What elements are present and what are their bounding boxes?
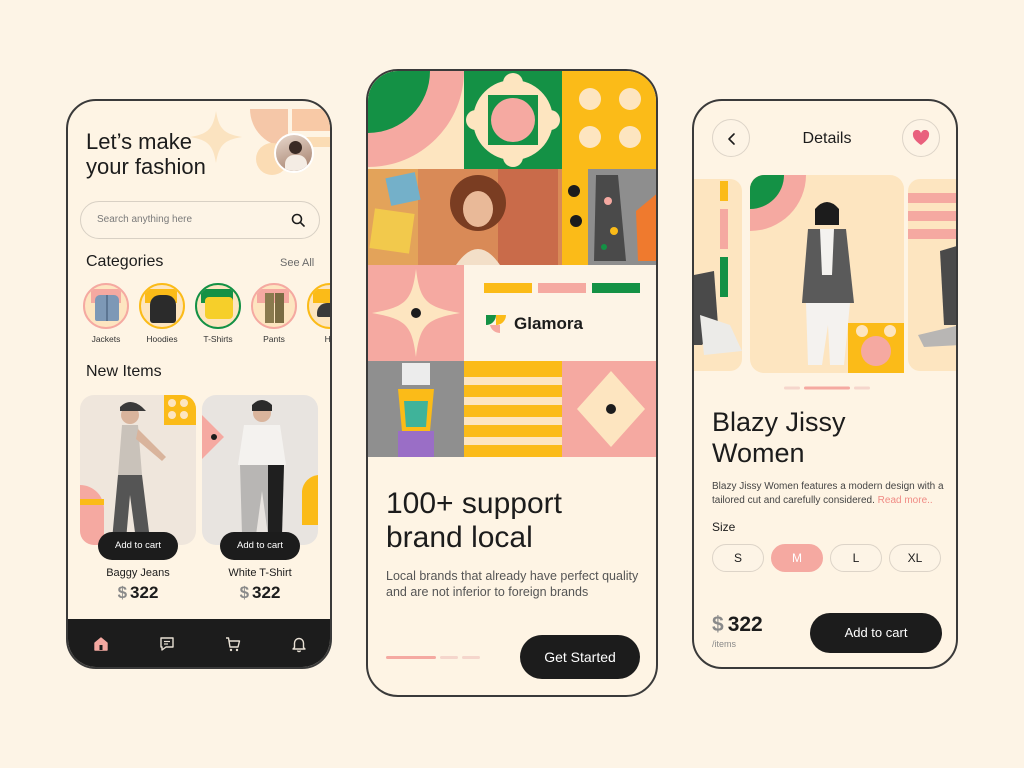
product-price: $322 — [80, 583, 196, 603]
size-option-s[interactable]: S — [712, 544, 764, 572]
category-pants[interactable]: Pants — [246, 283, 302, 344]
search-placeholder: Search anything here — [97, 214, 193, 225]
brand-bar-pink — [538, 283, 586, 293]
size-option-xl[interactable]: XL — [889, 544, 941, 572]
headline-line-1: 100+ support — [386, 487, 562, 520]
category-label: Pants — [263, 334, 285, 344]
product-price: $322 — [712, 613, 763, 637]
price-value: 322 — [252, 583, 281, 602]
heading-line-2: your fashion — [86, 154, 206, 179]
jacket-icon — [83, 283, 129, 329]
glamora-logo-icon — [486, 315, 506, 334]
avatar[interactable] — [274, 133, 314, 173]
brand-name: Glamora — [514, 314, 583, 333]
product-card-white-tshirt[interactable] — [202, 395, 318, 545]
home-icon[interactable] — [92, 635, 110, 653]
product-card-baggy-jeans[interactable] — [80, 395, 196, 545]
hat-icon — [307, 283, 330, 329]
category-label: T-Shirts — [203, 334, 233, 344]
brand-bar-green — [592, 283, 640, 293]
see-all-link[interactable]: See All — [280, 257, 314, 269]
pants-icon — [251, 283, 297, 329]
onboarding-screen: Glamora 100+ support brand local Local b… — [366, 69, 658, 697]
product-photo — [80, 395, 196, 545]
product-title: Blazy Jissy Women — [712, 407, 932, 469]
category-hoodies[interactable]: Hoodies — [134, 283, 190, 344]
product-title-line-1: Blazy Jissy — [712, 407, 846, 437]
hoodie-icon — [139, 283, 185, 329]
categories-title: Categories — [86, 253, 164, 270]
cart-icon[interactable] — [224, 635, 242, 653]
size-option-m[interactable]: M — [771, 544, 823, 572]
product-image-carousel[interactable] — [694, 175, 958, 373]
category-label: Jackets — [91, 334, 121, 344]
read-more-link[interactable]: Read more.. — [878, 495, 933, 506]
brand-bar-yellow — [484, 283, 532, 293]
currency-symbol: $ — [117, 583, 128, 602]
chat-icon[interactable] — [158, 635, 176, 653]
product-name: Baggy Jeans — [106, 567, 170, 579]
brand-panel: Glamora — [464, 265, 656, 361]
home-heading: Let’s make your fashion — [86, 129, 256, 179]
bottom-tab-bar — [68, 619, 330, 667]
onboarding-headline: 100+ support brand local — [386, 487, 646, 555]
currency-symbol: $ — [239, 583, 250, 602]
heart-icon — [912, 130, 930, 145]
product-name: White T-Shirt — [228, 567, 292, 579]
add-to-cart-button[interactable]: Add to cart — [810, 613, 942, 653]
product-description: Blazy Jissy Women features a modern desi… — [712, 480, 948, 508]
size-label: Size — [712, 520, 736, 534]
home-screen: Let’s make your fashion Search anything … — [66, 99, 332, 669]
onboarding-subtitle: Local brands that already have perfect q… — [386, 569, 639, 599]
carousel-indicator — [784, 386, 870, 390]
price-value: 322 — [130, 583, 159, 602]
add-to-cart-button[interactable]: Add to cart — [98, 532, 178, 560]
get-started-button[interactable]: Get Started — [520, 635, 640, 679]
add-to-cart-button[interactable]: Add to cart — [220, 532, 300, 560]
currency-symbol: $ — [712, 613, 724, 636]
category-hats[interactable]: Ha — [302, 283, 331, 344]
bell-icon[interactable] — [290, 635, 308, 653]
details-screen: Details Blazy Jissy Women Blazy Jissy Wo… — [692, 99, 958, 669]
category-tshirts[interactable]: T-Shirts — [190, 283, 246, 344]
page-indicator — [386, 656, 480, 659]
size-option-l[interactable]: L — [830, 544, 882, 572]
new-items-title: New Items — [86, 363, 162, 380]
search-icon[interactable] — [291, 213, 305, 227]
price-unit: /items — [712, 639, 737, 649]
product-price: $322 — [202, 583, 318, 603]
search-input[interactable]: Search anything here — [80, 201, 320, 239]
headline-line-2: brand local — [386, 521, 533, 554]
category-label: Ha — [324, 334, 331, 344]
category-jackets[interactable]: Jackets — [78, 283, 134, 344]
heading-line-1: Let’s make — [86, 129, 192, 154]
price-value: 322 — [727, 613, 763, 636]
favorite-button[interactable] — [902, 119, 940, 157]
category-label: Hoodies — [146, 334, 178, 344]
product-photo — [202, 400, 318, 535]
product-title-line-2: Women — [712, 438, 805, 468]
tshirt-icon — [195, 283, 241, 329]
